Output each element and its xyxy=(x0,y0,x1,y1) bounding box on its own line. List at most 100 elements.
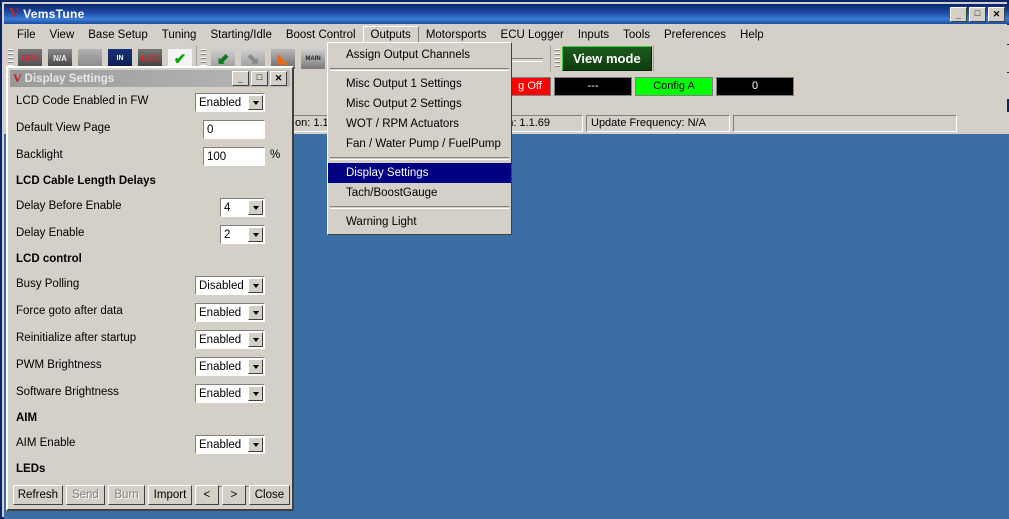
menu-motorsports[interactable]: Motorsports xyxy=(419,27,494,43)
menu-item-warning-light[interactable]: Warning Light xyxy=(328,212,511,232)
import-button[interactable]: Import xyxy=(148,485,192,505)
view-mode-button[interactable]: View mode xyxy=(562,46,652,71)
chevron-down-icon[interactable] xyxy=(248,332,263,347)
chevron-down-icon[interactable] xyxy=(248,305,263,320)
outputs-dropdown-menu: Assign Output Channels Misc Output 1 Set… xyxy=(327,42,512,235)
combo-value: 4 xyxy=(224,201,231,214)
input-backlight[interactable]: 100 xyxy=(203,147,265,166)
row-pwm-brightness: PWM Brightness Enabled xyxy=(10,353,290,380)
application-root: V VemsTune _ □ ✕ File View Base Setup Tu… xyxy=(0,0,1009,519)
menu-tools[interactable]: Tools xyxy=(616,27,657,43)
vems-logo-icon: V xyxy=(9,6,20,21)
label-default-view-page: Default View Page xyxy=(16,122,111,134)
dialog-close-text-button[interactable]: Close xyxy=(248,485,290,505)
chevron-down-icon[interactable] xyxy=(248,437,263,452)
counter-led: 0 xyxy=(716,76,794,96)
dialog-title-bar: V Display Settings _ □ ✕ xyxy=(10,70,290,87)
label-reinitialize-after-startup: Reinitialize after startup xyxy=(16,332,137,344)
dialog-maximize-button[interactable]: □ xyxy=(251,71,268,86)
main-table-icon[interactable]: MAIN xyxy=(300,47,326,70)
next-button[interactable]: > xyxy=(221,485,246,505)
prev-button[interactable]: < xyxy=(194,485,219,505)
toolbar-grip-icon-4[interactable] xyxy=(555,48,560,69)
row-lcd-code-enabled-in-fw: LCD Code Enabled in FW Enabled xyxy=(10,89,290,116)
input-default-view-page[interactable]: 0 xyxy=(203,120,265,139)
menu-item-display-settings[interactable]: Display Settings xyxy=(328,163,511,183)
menu-base-setup[interactable]: Base Setup xyxy=(81,27,154,43)
menu-item-misc-output-1-settings[interactable]: Misc Output 1 Settings xyxy=(328,74,511,94)
backlight-unit-label: % xyxy=(270,149,281,161)
label-aim-enable: AIM Enable xyxy=(16,437,76,449)
chevron-down-icon[interactable] xyxy=(248,227,263,242)
dialog-window-controls: _ □ ✕ xyxy=(232,71,289,86)
header-lcd-control: LCD control xyxy=(10,248,290,272)
config-led: Config A xyxy=(635,76,713,96)
refresh-button[interactable]: Refresh xyxy=(13,485,63,505)
menu-item-assign-output-channels[interactable]: Assign Output Channels xyxy=(328,45,511,65)
dialog-minimize-button[interactable]: _ xyxy=(232,71,249,86)
dialog-title: Display Settings xyxy=(24,72,115,85)
label-delay-before-enable: Delay Before Enable xyxy=(16,200,122,212)
combo-value: 2 xyxy=(224,228,231,241)
combo-delay-enable[interactable]: 2 xyxy=(220,225,265,244)
close-button[interactable]: ✕ xyxy=(988,6,1005,22)
menu-inputs[interactable]: Inputs xyxy=(571,27,616,43)
row-busy-polling: Busy Polling Disabled xyxy=(10,272,290,299)
menu-item-tach-boostgauge[interactable]: Tach/BoostGauge xyxy=(328,183,511,203)
menu-item-wot-rpm-actuators[interactable]: WOT / RPM Actuators xyxy=(328,114,511,134)
combo-value: Enabled xyxy=(199,96,242,109)
chevron-down-icon[interactable] xyxy=(248,359,263,374)
burn-button[interactable]: Burn xyxy=(107,485,146,505)
chevron-down-icon[interactable] xyxy=(248,386,263,401)
menu-starting-idle[interactable]: Starting/Idle xyxy=(203,27,278,43)
header-text: LEDs xyxy=(16,463,46,475)
menu-view[interactable]: View xyxy=(43,27,82,43)
row-delay-enable: Delay Enable 2 xyxy=(10,221,290,248)
indicator-group: g Off --- Config A 0 xyxy=(509,75,797,97)
empty-status-field xyxy=(733,114,957,132)
dialog-close-button[interactable]: ✕ xyxy=(270,71,287,86)
menu-item-misc-output-2-settings[interactable]: Misc Output 2 Settings xyxy=(328,94,511,114)
chevron-down-icon[interactable] xyxy=(248,95,263,110)
combo-value: Enabled xyxy=(199,438,242,451)
menu-ecu-logger[interactable]: ECU Logger xyxy=(494,27,571,43)
combo-pwm-brightness[interactable]: Enabled xyxy=(195,357,265,376)
combo-value: Enabled xyxy=(199,387,242,400)
title-bar: V VemsTune _ □ ✕ xyxy=(4,4,1009,24)
combo-aim-enable[interactable]: Enabled xyxy=(195,435,265,454)
dialog-body: LCD Code Enabled in FW Enabled Default V… xyxy=(10,89,290,487)
chevron-down-icon[interactable] xyxy=(248,278,263,293)
minimize-button[interactable]: _ xyxy=(950,6,967,22)
combo-delay-before-enable[interactable]: 4 xyxy=(220,198,265,217)
menu-boost-control[interactable]: Boost Control xyxy=(279,27,363,43)
combo-reinitialize-after-startup[interactable]: Enabled xyxy=(195,330,265,349)
header-lcd-cable-length-delays: LCD Cable Length Delays xyxy=(10,170,290,194)
menu-preferences[interactable]: Preferences xyxy=(657,27,733,43)
menu-help[interactable]: Help xyxy=(733,27,771,43)
combo-software-brightness[interactable]: Enabled xyxy=(195,384,265,403)
send-button[interactable]: Send xyxy=(65,485,105,505)
label-delay-enable: Delay Enable xyxy=(16,227,85,239)
combo-busy-polling[interactable]: Disabled xyxy=(195,276,265,295)
row-aim-enable: AIM Enable Enabled xyxy=(10,431,290,458)
chevron-down-icon[interactable] xyxy=(248,200,263,215)
maximize-button[interactable]: □ xyxy=(969,6,986,22)
menu-outputs[interactable]: Outputs xyxy=(362,25,419,44)
row-default-view-page: Default View Page 0 xyxy=(10,116,290,143)
menu-tuning[interactable]: Tuning xyxy=(155,27,204,43)
header-text: AIM xyxy=(16,412,38,424)
row-force-goto-after-data: Force goto after data Enabled xyxy=(10,299,290,326)
menu-separator-1 xyxy=(330,68,509,71)
label-busy-polling: Busy Polling xyxy=(16,278,80,290)
value-display-led: --- xyxy=(554,76,632,96)
header-text: LCD Cable Length Delays xyxy=(16,175,156,187)
combo-lcd-code-enabled-in-fw[interactable]: Enabled xyxy=(195,93,265,112)
row-backlight: Backlight 100 % xyxy=(10,143,290,170)
combo-value: Enabled xyxy=(199,333,242,346)
logging-status-led: g Off xyxy=(509,76,551,96)
header-aim: AIM xyxy=(10,407,290,431)
combo-force-goto-after-data[interactable]: Enabled xyxy=(195,303,265,322)
menu-file[interactable]: File xyxy=(10,27,43,43)
label-force-goto-after-data: Force goto after data xyxy=(16,305,123,317)
menu-item-fan-water-pump-fuelpump[interactable]: Fan / Water Pump / FuelPump xyxy=(328,134,511,154)
